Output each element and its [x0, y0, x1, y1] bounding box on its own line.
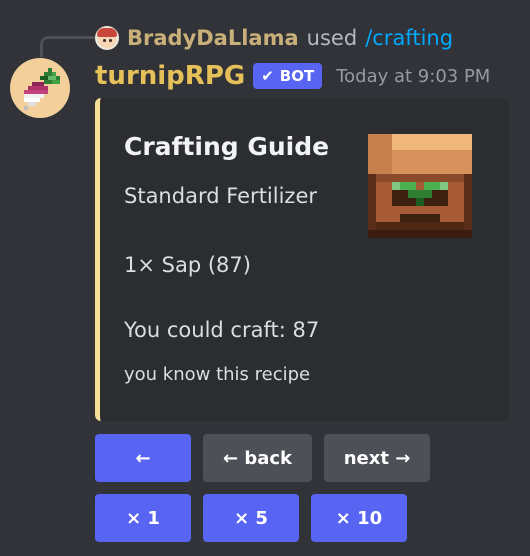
craft-x1-button[interactable]: × 1 — [95, 494, 191, 542]
back-button[interactable]: ← back — [203, 434, 312, 482]
previous-arrow-button[interactable]: ← — [95, 434, 191, 482]
avatar-eye — [103, 39, 106, 42]
fertilizer-bag-icon[interactable] — [368, 134, 472, 238]
ingredient-line: 1× Sap (87) — [124, 253, 251, 277]
reply-action: used — [306, 26, 358, 50]
reply-author[interactable]: BradyDaLlama — [127, 26, 299, 50]
reply-connector — [40, 36, 95, 57]
turnip-icon — [24, 68, 60, 110]
craft-x5-button[interactable]: × 5 — [203, 494, 299, 542]
craftable-count: You could craft: 87 — [124, 318, 320, 342]
avatar-hair — [97, 28, 117, 37]
message-header: turnipRPG ✔ BOT Today at 9:03 PM — [95, 58, 490, 94]
crafting-embed: Crafting Guide Standard Fertilizer 1× Sa… — [95, 98, 509, 421]
slash-command-link[interactable]: /crafting — [365, 26, 453, 50]
embed-title: Crafting Guide — [124, 132, 330, 161]
bot-badge: ✔ BOT — [253, 63, 323, 89]
recipe-known-status: you know this recipe — [124, 364, 311, 385]
bot-username[interactable]: turnipRPG — [95, 61, 245, 91]
message-timestamp[interactable]: Today at 9:03 PM — [336, 66, 490, 87]
check-icon: ✔ — [261, 67, 274, 85]
reply-avatar[interactable] — [95, 26, 119, 50]
bot-badge-label: BOT — [279, 67, 315, 85]
craft-x10-button[interactable]: × 10 — [311, 494, 407, 542]
next-button[interactable]: next → — [324, 434, 430, 482]
bot-avatar[interactable] — [10, 58, 70, 118]
item-name: Standard Fertilizer — [124, 184, 318, 208]
message-container: BradyDaLlama used /crafting turnipRPG ✔ … — [0, 0, 530, 556]
avatar-eye — [109, 39, 112, 42]
reply-header: BradyDaLlama used /crafting — [95, 24, 453, 52]
